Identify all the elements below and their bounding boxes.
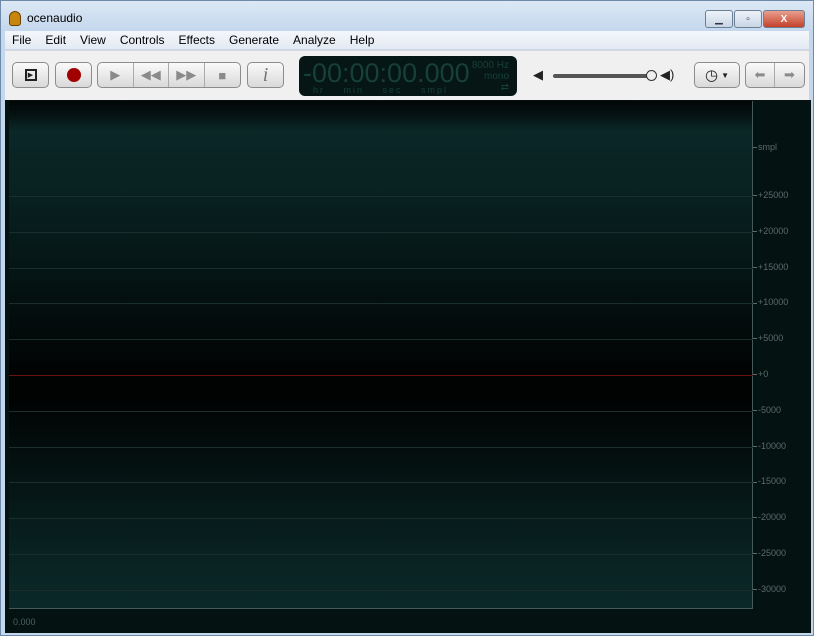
play-button[interactable]: ▶ xyxy=(98,63,134,87)
close-button[interactable]: X xyxy=(763,10,805,28)
gridline xyxy=(9,446,753,448)
menu-effects[interactable]: Effects xyxy=(172,31,222,49)
stop-button[interactable]: ■ xyxy=(205,63,240,87)
gridline xyxy=(9,267,753,269)
play-selection-button[interactable]: ▶ xyxy=(12,62,49,88)
scale-unit: smpl xyxy=(753,142,777,152)
scale-tick-label: -30000 xyxy=(753,584,786,594)
window-title: ocenaudio xyxy=(27,11,83,25)
timeline-start: 0.000 xyxy=(13,617,36,627)
transport-group: ▶ ◀◀ ▶▶ ■ xyxy=(97,62,241,88)
scale-tick-label: -10000 xyxy=(753,441,786,451)
waveform-canvas[interactable] xyxy=(9,101,753,609)
chevron-down-icon: ▼ xyxy=(721,70,729,80)
navigation-group: ⬅ ➡ xyxy=(745,62,805,88)
speaker-high-icon: ◀) xyxy=(660,67,675,82)
back-button[interactable]: ⬅ xyxy=(746,63,775,87)
title-bar: ocenaudio xyxy=(9,9,82,27)
app-window: ocenaudio ▁ ▫ X File Edit View Controls … xyxy=(0,0,814,636)
zero-line xyxy=(9,375,753,376)
sample-rate: 8000 Hz xyxy=(471,60,509,71)
gridline xyxy=(9,410,753,412)
waveform-area[interactable]: smpl +25000 +20000 +15000 +10000 +5000 +0 -500… xyxy=(5,100,811,633)
channel-mode: mono xyxy=(483,71,509,82)
menu-help[interactable]: Help xyxy=(343,31,382,49)
minimize-button[interactable]: ▁ xyxy=(705,10,733,28)
gridline xyxy=(9,339,753,341)
gridline xyxy=(9,303,753,305)
app-logo-icon xyxy=(9,10,21,26)
gridline xyxy=(9,196,753,197)
history-button[interactable]: ◷ ▼ xyxy=(694,62,740,88)
clock-icon: ◷ xyxy=(704,67,719,84)
time-units: hr min sec smpl xyxy=(313,85,449,95)
time-display: -00:00:00.000 8000 Hz mono ⇄ hr min sec sm… xyxy=(299,56,517,96)
menu-view[interactable]: View xyxy=(73,31,113,49)
record-icon xyxy=(66,68,81,82)
toolbar: ▶ ▶ ◀◀ ▶▶ ■ i -00:00:00.000 8000 Hz mono ⇄… xyxy=(5,50,809,100)
fast-forward-button[interactable]: ▶▶ xyxy=(169,63,205,87)
play-box-icon: ▶ xyxy=(24,69,37,81)
menu-edit[interactable]: Edit xyxy=(38,31,73,49)
volume-slider[interactable] xyxy=(553,74,653,78)
scale-tick-label: +10000 xyxy=(753,297,788,307)
scale-tick-label: -20000 xyxy=(753,512,786,522)
gridline xyxy=(9,554,753,555)
volume-slider-handle[interactable] xyxy=(646,70,657,81)
menu-bar: File Edit View Controls Effects Generate… xyxy=(5,31,809,49)
gridline xyxy=(9,518,753,520)
scale-tick-label: +5000 xyxy=(753,333,783,343)
maximize-button[interactable]: ▫ xyxy=(734,10,762,28)
gridline xyxy=(9,482,753,484)
scale-tick-label: +15000 xyxy=(753,262,788,272)
forward-button[interactable]: ➡ xyxy=(775,63,804,87)
menu-controls[interactable]: Controls xyxy=(113,31,172,49)
menu-analyze[interactable]: Analyze xyxy=(286,31,343,49)
scale-tick-label: +0 xyxy=(753,369,768,379)
info-icon: i xyxy=(262,63,269,86)
gridline xyxy=(9,231,753,233)
scale-tick-label: -25000 xyxy=(753,548,786,558)
menu-file[interactable]: File xyxy=(5,31,38,49)
loop-icon: ⇄ xyxy=(500,82,509,93)
info-button[interactable]: i xyxy=(247,62,284,88)
volume-control: ◀ ◀) xyxy=(533,67,679,85)
speaker-low-icon: ◀ xyxy=(533,67,543,82)
gridline xyxy=(9,589,753,591)
rewind-button[interactable]: ◀◀ xyxy=(134,63,169,87)
scale-tick-label: +20000 xyxy=(753,226,788,236)
record-button[interactable] xyxy=(55,62,92,88)
scale-tick-label: -5000 xyxy=(753,405,781,415)
menu-generate[interactable]: Generate xyxy=(222,31,286,49)
scale-tick-label: +25000 xyxy=(753,190,788,200)
scale-tick-label: -15000 xyxy=(753,476,786,486)
